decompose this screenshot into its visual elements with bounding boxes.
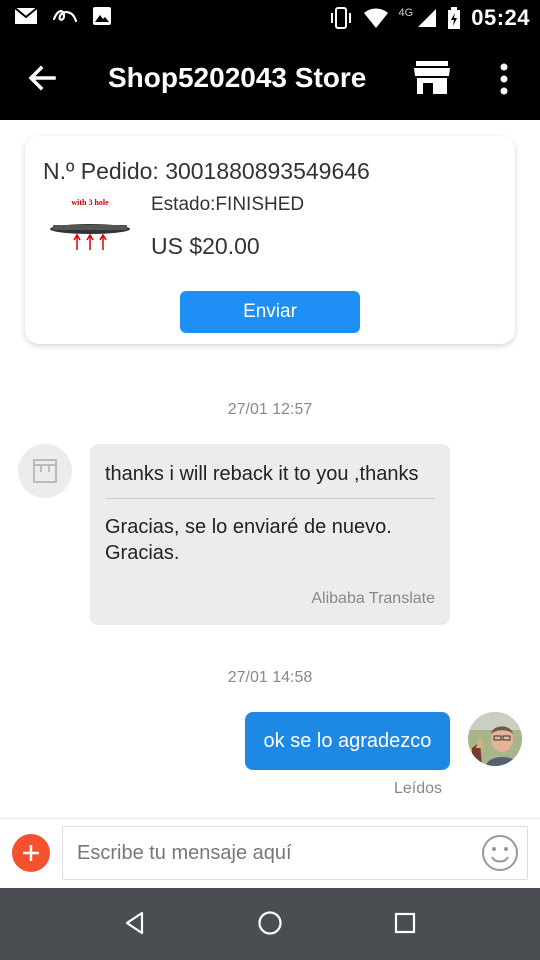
user-photo-icon (468, 712, 522, 766)
aliexpress-icon (52, 10, 78, 23)
add-attachment-button[interactable] (12, 834, 50, 872)
order-price: US $20.00 (151, 233, 260, 259)
nav-recents-icon (394, 912, 416, 934)
product-image-icon (50, 224, 130, 250)
message-input[interactable] (62, 826, 528, 880)
nav-home-icon (258, 911, 282, 935)
user-avatar[interactable] (468, 712, 522, 766)
clock: 05:24 (471, 5, 530, 30)
send-order-button[interactable]: Enviar (180, 291, 360, 333)
outgoing-message[interactable]: ok se lo agradezco (245, 712, 450, 770)
translation-provider: Alibaba Translate (311, 590, 435, 607)
message-timestamp: 27/01 12:57 (227, 401, 313, 418)
read-receipt: Leídos (394, 780, 443, 797)
translation-divider (105, 498, 435, 499)
plus-icon (23, 845, 39, 861)
battery-charging-icon (448, 7, 461, 29)
store-avatar-icon (33, 459, 57, 483)
signal-icon (418, 9, 437, 27)
mail-icon (14, 7, 38, 24)
nav-recents-button[interactable] (392, 910, 418, 936)
network-type: 4G (398, 7, 414, 19)
app-bar: Shop5202043 Store (0, 36, 540, 120)
gallery-icon (93, 7, 111, 25)
emoji-button[interactable] (480, 833, 520, 873)
composer-bar (0, 818, 540, 888)
product-thumbnail[interactable]: with 3 hole (47, 192, 133, 278)
order-card[interactable]: N.º Pedido: 3001880893549646 with 3 hole… (25, 136, 515, 344)
status-bar: 4G 05:24 (0, 0, 540, 36)
page-title: Shop5202043 Store (108, 62, 367, 93)
message-original-text: thanks i will reback it to you ,thanks (105, 463, 419, 485)
more-options-button[interactable] (494, 62, 514, 96)
message-timestamp: 27/01 14:58 (227, 669, 313, 686)
nav-back-button[interactable] (122, 910, 148, 936)
more-vert-icon (500, 63, 508, 95)
store-icon (414, 61, 450, 94)
wifi-icon (363, 8, 388, 28)
message-translation-text: Gracias, se lo enviaré de nuevo. Gracias… (105, 516, 392, 564)
shop-avatar[interactable] (18, 444, 72, 498)
nav-back-icon (125, 911, 144, 935)
order-status: Estado:FINISHED (151, 194, 305, 215)
store-button[interactable] (412, 60, 452, 96)
system-nav-bar (0, 888, 540, 960)
vibrate-icon (330, 7, 351, 29)
emoji-icon (482, 835, 518, 871)
back-button[interactable] (24, 60, 60, 96)
nav-home-button[interactable] (256, 909, 284, 937)
incoming-message[interactable]: thanks i will reback it to you ,thanks G… (90, 444, 450, 625)
arrow-back-icon (28, 65, 56, 91)
order-number: N.º Pedido: 3001880893549646 (43, 158, 370, 184)
